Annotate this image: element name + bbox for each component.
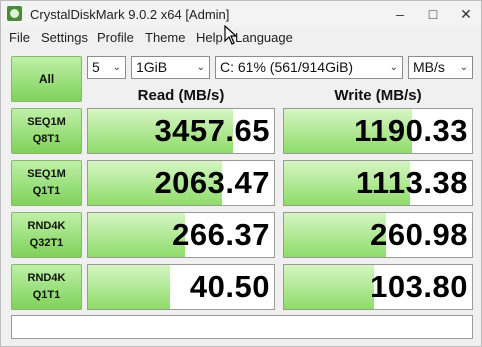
status-text-box [11, 315, 473, 339]
app-logo-icon [7, 6, 22, 21]
test-label-line2: Q32T1 [29, 237, 64, 249]
chevron-down-icon: ⌄ [196, 62, 205, 73]
read-level-bar [88, 213, 185, 257]
test-label-line2: Q1T1 [32, 289, 61, 301]
test-label-line2: Q8T1 [32, 133, 61, 145]
menu-language[interactable]: Language [235, 30, 293, 45]
write-level-bar [284, 265, 375, 309]
test-size-select[interactable]: 1GiB ⌄ [131, 56, 210, 79]
chevron-down-icon: ⌄ [389, 62, 398, 73]
read-result-seq1m-q1t1: 2063.47 [87, 160, 275, 206]
test-button-rnd4k-q1t1[interactable]: RND4K Q1T1 [11, 264, 82, 310]
test-label-line1: SEQ1M [27, 168, 66, 180]
test-label-line1: RND4K [27, 272, 66, 284]
test-size-value: 1GiB [136, 59, 168, 75]
menu-file[interactable]: File [9, 30, 30, 45]
minimize-button[interactable]: – [382, 1, 418, 28]
test-button-seq1m-q8t1[interactable]: SEQ1M Q8T1 [11, 108, 82, 154]
write-result-rnd4k-q1t1: 103.80 [283, 264, 473, 310]
test-count-value: 5 [92, 59, 100, 75]
menu-bar: File Settings Profile Theme Help Languag… [1, 28, 481, 48]
read-column-header: Read (MB/s) [137, 87, 225, 104]
write-value: 260.98 [370, 217, 468, 252]
chevron-down-icon: ⌄ [112, 62, 121, 73]
read-result-seq1m-q8t1: 3457.65 [87, 108, 275, 154]
drive-select[interactable]: C: 61% (561/914GiB) ⌄ [215, 56, 403, 79]
read-value: 266.37 [172, 217, 270, 252]
test-count-select[interactable]: 5 ⌄ [87, 56, 126, 79]
menu-settings[interactable]: Settings [41, 30, 88, 45]
app-window: CrystalDiskMark 9.0.2 x64 [Admin] – □ ✕ … [0, 0, 482, 347]
write-value: 103.80 [370, 269, 468, 304]
menu-theme[interactable]: Theme [145, 30, 185, 45]
unit-value: MB/s [413, 59, 445, 75]
drive-value: C: 61% (561/914GiB) [220, 59, 354, 75]
test-label-line1: SEQ1M [27, 116, 66, 128]
window-title: CrystalDiskMark 9.0.2 x64 [Admin] [30, 7, 230, 22]
read-level-bar [88, 265, 170, 309]
menu-help[interactable]: Help [196, 30, 223, 45]
title-bar[interactable]: CrystalDiskMark 9.0.2 x64 [Admin] – □ ✕ [1, 1, 481, 28]
read-result-rnd4k-q1t1: 40.50 [87, 264, 275, 310]
test-button-seq1m-q1t1[interactable]: SEQ1M Q1T1 [11, 160, 82, 206]
write-result-rnd4k-q32t1: 260.98 [283, 212, 473, 258]
menu-profile[interactable]: Profile [97, 30, 134, 45]
mouse-pointer-icon [224, 25, 238, 45]
maximize-button[interactable]: □ [415, 1, 451, 28]
test-label-line1: RND4K [27, 220, 66, 232]
read-value: 3457.65 [154, 113, 270, 148]
write-value: 1113.38 [355, 165, 468, 200]
test-label-line2: Q1T1 [32, 185, 61, 197]
write-column-header: Write (MB/s) [334, 87, 422, 104]
write-value: 1190.33 [354, 113, 468, 148]
unit-select[interactable]: MB/s ⌄ [408, 56, 473, 79]
write-result-seq1m-q8t1: 1190.33 [283, 108, 473, 154]
read-value: 40.50 [189, 269, 270, 304]
chevron-down-icon: ⌄ [459, 62, 468, 73]
write-result-seq1m-q1t1: 1113.38 [283, 160, 473, 206]
read-result-rnd4k-q32t1: 266.37 [87, 212, 275, 258]
read-value: 2063.47 [154, 165, 270, 200]
test-button-rnd4k-q32t1[interactable]: RND4K Q32T1 [11, 212, 82, 258]
run-all-button[interactable]: All [11, 56, 82, 102]
close-button[interactable]: ✕ [448, 1, 482, 28]
